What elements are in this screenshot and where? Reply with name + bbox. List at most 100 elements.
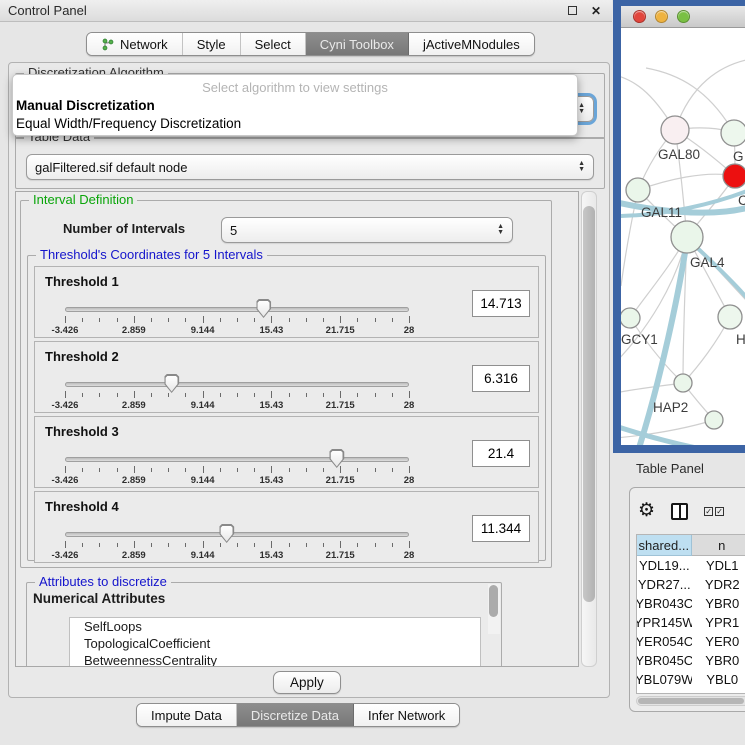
slider-ruler (65, 466, 409, 474)
table-data-group: Table Data galFiltered.sif default node … (15, 137, 605, 189)
network-node[interactable] (723, 164, 745, 188)
close-traffic-light[interactable] (633, 10, 646, 23)
thresholds-group: Threshold's Coordinates for 5 Intervals … (27, 255, 546, 561)
minimize-traffic-light[interactable] (655, 10, 668, 23)
table-column-header[interactable]: shared... (637, 535, 692, 556)
table-cell: YLR3 (692, 689, 745, 694)
num-intervals-combobox[interactable]: 5 ▲▼ (221, 217, 513, 243)
split-panel-icon[interactable] (671, 503, 688, 520)
algorithm-dropdown-popup: Select algorithm to view settings Manual… (12, 74, 578, 136)
threshold-row: Threshold 2-3.4262.8599.14415.4321.71528… (34, 341, 539, 413)
close-icon[interactable]: ✕ (588, 3, 604, 19)
scrollbar-thumb[interactable] (638, 698, 744, 704)
threshold-slider[interactable]: -3.4262.8599.14415.4321.71528 (65, 303, 409, 333)
tab-label: Style (197, 37, 226, 52)
table-row[interactable]: YPR145WYPR1 (637, 613, 745, 632)
panel-vertical-scrollbar[interactable] (581, 191, 597, 667)
attributes-group-title: Attributes to discretize (35, 574, 171, 589)
slider-ruler (65, 316, 409, 324)
network-edge[interactable] (638, 174, 735, 190)
slider-track[interactable] (65, 382, 409, 387)
attribute-list-item[interactable]: SelfLoops (70, 618, 480, 635)
table-row[interactable]: YDL19...YDL1 (637, 556, 745, 575)
network-node[interactable] (674, 374, 692, 392)
network-edge[interactable] (621, 420, 714, 438)
slider-track[interactable] (65, 307, 409, 312)
table-row[interactable]: YBR043CYBR0 (637, 594, 745, 613)
tab-discretize-data[interactable]: Discretize Data (237, 704, 354, 726)
threshold-slider[interactable]: -3.4262.8599.14415.4321.71528 (65, 528, 409, 558)
threshold-value-field[interactable]: 21.4 (472, 440, 530, 467)
gear-icon[interactable]: ⚙ (638, 501, 655, 521)
scrollbar-thumb[interactable] (583, 206, 595, 602)
float-window-icon[interactable] (564, 3, 580, 19)
slider-tick-labels: -3.4262.8599.14415.4321.71528 (65, 400, 409, 411)
table-horizontal-scrollbar[interactable] (636, 696, 745, 706)
network-node[interactable] (661, 116, 689, 144)
numerical-attributes-list[interactable]: SelfLoopsTopologicalCoefficientBetweenne… (69, 617, 481, 667)
tab-jactivemnodules[interactable]: jActiveMNodules (409, 33, 534, 55)
apply-button[interactable]: Apply (273, 671, 341, 694)
tab-label: Network (120, 37, 168, 52)
table-column-header[interactable]: n (692, 535, 745, 556)
table-cell: YDL19... (637, 556, 692, 575)
network-icon (101, 38, 114, 51)
tab-label: Select (255, 37, 291, 52)
checkbox-icon: ✓ (704, 507, 713, 516)
table-cell: YPR145W (637, 613, 692, 632)
threshold-label: Threshold 3 (45, 424, 119, 439)
interval-definition-title: Interval Definition (29, 192, 137, 207)
network-view-window[interactable]: GAL80GCGAL11GAL4GCY1HHAP2 (613, 0, 745, 453)
table-row[interactable]: YDR27...YDR2 (637, 575, 745, 594)
tab-select[interactable]: Select (241, 33, 306, 55)
table-cell: YDR27... (637, 575, 692, 594)
table-row[interactable]: YBR045CYBR0 (637, 651, 745, 670)
slider-handle[interactable] (329, 449, 344, 468)
slider-handle[interactable] (164, 374, 179, 393)
slider-track[interactable] (65, 457, 409, 462)
zoom-traffic-light[interactable] (677, 10, 690, 23)
slider-handle[interactable] (219, 524, 234, 543)
tab-style[interactable]: Style (183, 33, 241, 55)
tab-network[interactable]: Network (87, 33, 183, 55)
network-node[interactable] (721, 120, 745, 146)
network-thick-edge[interactable] (691, 242, 745, 298)
network-node[interactable] (621, 308, 640, 328)
slider-handle[interactable] (256, 299, 271, 318)
network-canvas[interactable]: GAL80GCGAL11GAL4GCY1HHAP2 (621, 28, 745, 445)
table-row[interactable]: YLR345WYLR3 (637, 689, 745, 694)
network-node-label: HAP2 (653, 400, 688, 415)
attributes-list-scrollbar[interactable] (488, 584, 500, 634)
table-cell: YBR0 (692, 594, 745, 613)
attribute-list-item[interactable]: TopologicalCoefficient (70, 635, 480, 652)
attribute-list-item[interactable]: BetweennessCentrality (70, 652, 480, 667)
table-row[interactable]: YER054CYER0 (637, 632, 745, 651)
threshold-value-field[interactable]: 6.316 (472, 365, 530, 392)
table-row[interactable]: YBL079WYBL0 (637, 670, 745, 689)
panel-title: Control Panel (8, 3, 556, 18)
combo-arrows-icon: ▲▼ (578, 103, 585, 115)
column-select-icon[interactable]: ✓ ✓ (704, 507, 724, 516)
threshold-slider[interactable]: -3.4262.8599.14415.4321.71528 (65, 453, 409, 483)
node-table[interactable]: shared...n YDL19...YDL1YDR27...YDR2YBR04… (636, 534, 745, 694)
threshold-slider[interactable]: -3.4262.8599.14415.4321.71528 (65, 378, 409, 408)
network-node[interactable] (718, 305, 742, 329)
table-data-combobox[interactable]: galFiltered.sif default node ▲▼ (26, 154, 594, 180)
slider-track[interactable] (65, 532, 409, 537)
popup-item-manual-discretization[interactable]: Manual Discretization (13, 97, 577, 115)
network-node[interactable] (705, 411, 723, 429)
network-edge[interactable] (630, 318, 683, 383)
tab-cyni-toolbox[interactable]: Cyni Toolbox (306, 33, 409, 55)
bottom-tab-bar: Impute Data Discretize Data Infer Networ… (136, 703, 460, 727)
threshold-value-field[interactable]: 14.713 (472, 290, 530, 317)
tab-impute-data[interactable]: Impute Data (137, 704, 237, 726)
network-node[interactable] (671, 221, 703, 253)
apply-button-label: Apply (290, 675, 324, 690)
network-edge[interactable] (646, 68, 734, 133)
popup-item-equal-width-frequency[interactable]: Equal Width/Frequency Discretization (13, 115, 577, 133)
tab-infer-network[interactable]: Infer Network (354, 704, 459, 726)
table-cell: YLR345W (637, 689, 692, 694)
threshold-value-field[interactable]: 11.344 (472, 515, 530, 542)
table-body: YDL19...YDL1YDR27...YDR2YBR043CYBR0YPR14… (637, 556, 745, 694)
network-node[interactable] (626, 178, 650, 202)
